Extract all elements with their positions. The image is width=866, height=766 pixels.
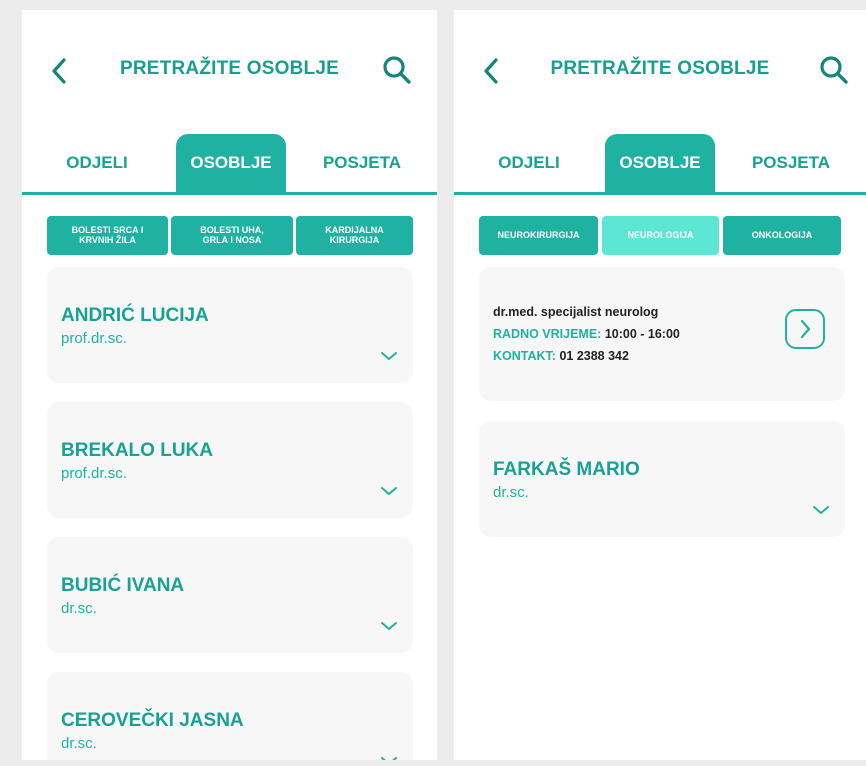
chip-onkologija[interactable]: ONKOLOGIJA (723, 216, 841, 255)
header: PRETRAŽITE OSOBLJE (22, 10, 437, 130)
staff-card[interactable]: BUBIĆ IVANA dr.sc. (47, 537, 413, 653)
open-profile-button[interactable] (785, 309, 825, 349)
tab-odjeli[interactable]: ODJELI (42, 134, 152, 192)
chevron-down-icon[interactable] (811, 503, 831, 517)
staff-name: BUBIĆ IVANA (61, 575, 185, 596)
staff-title: prof.dr.sc. (61, 465, 127, 482)
staff-card[interactable]: CEROVEČKI JASNA dr.sc. (47, 672, 413, 760)
staff-name: FARKAŠ MARIO (493, 459, 640, 480)
page-title: PRETRAŽITE OSOBLJE (120, 58, 339, 79)
chip-bolesti-srca[interactable]: BOLESTI SRCA I KRVNIH ŽILA (47, 216, 168, 255)
tab-osoblje[interactable]: OSOBLJE (176, 134, 286, 192)
search-icon (820, 56, 848, 84)
tab-bar: ODJELI OSOBLJE POSJETA (22, 134, 437, 195)
staff-card[interactable]: BREKALO LUKA prof.dr.sc. (47, 402, 413, 518)
contact-label: KONTAKT: (493, 349, 556, 363)
staff-title: dr.sc. (61, 735, 97, 752)
staff-name: BREKALO LUKA (61, 440, 213, 461)
chip-neurologija[interactable]: NEUROLOGIJA (602, 216, 719, 255)
chevron-down-icon[interactable] (379, 754, 399, 760)
tab-bar: ODJELI OSOBLJE POSJETA (454, 134, 866, 195)
staff-name: ANDRIĆ LUCIJA (61, 305, 209, 326)
chevron-down-icon[interactable] (379, 484, 399, 498)
header: PRETRAŽITE OSOBLJE (454, 10, 866, 130)
search-button[interactable] (379, 52, 415, 88)
working-hours-label: RADNO VRIJEME: (493, 327, 602, 341)
staff-title: dr.sc. (493, 484, 529, 501)
staff-title: prof.dr.sc. (61, 330, 127, 347)
contact-value: 01 2388 342 (559, 349, 629, 363)
search-icon (383, 56, 411, 84)
chevron-down-icon[interactable] (379, 619, 399, 633)
staff-card[interactable]: FARKAŠ MARIO dr.sc. (479, 421, 845, 537)
department-chips: NEUROKIRURGIJA NEUROLOGIJA ONKOLOGIJA (479, 216, 866, 256)
screen-left: PRETRAŽITE OSOBLJE ODJELI OSOBLJE POSJET… (22, 10, 437, 760)
tab-posjeta[interactable]: POSJETA (307, 134, 417, 192)
staff-detail-card: dr.med. specijalist neurolog RADNO VRIJE… (479, 267, 845, 401)
chip-bolesti-uha[interactable]: BOLESTI UHA, GRLA I NOSA (171, 216, 293, 255)
staff-name: CEROVEČKI JASNA (61, 710, 244, 731)
staff-title: dr.sc. (61, 600, 97, 617)
chip-kardijalna-kirurgija[interactable]: KARDIJALNA KIRURGIJA (296, 216, 413, 255)
tab-posjeta[interactable]: POSJETA (736, 134, 846, 192)
staff-specialty: dr.med. specijalist neurolog (493, 305, 659, 319)
chevron-down-icon[interactable] (379, 349, 399, 363)
screen-right: PRETRAŽITE OSOBLJE ODJELI OSOBLJE POSJET… (454, 10, 866, 760)
page-title: PRETRAŽITE OSOBLJE (550, 58, 770, 79)
tab-osoblje[interactable]: OSOBLJE (605, 134, 715, 192)
working-hours-value: 10:00 - 16:00 (604, 327, 680, 341)
tab-underline (22, 192, 437, 195)
tab-underline (454, 192, 866, 195)
search-button[interactable] (816, 52, 852, 88)
working-hours: RADNO VRIJEME: 10:00 - 16:00 (493, 327, 680, 341)
contact: KONTAKT: 01 2388 342 (493, 349, 629, 363)
department-chips: BOLESTI SRCA I KRVNIH ŽILA BOLESTI UHA, … (47, 216, 437, 256)
tab-odjeli[interactable]: ODJELI (474, 134, 584, 192)
staff-card[interactable]: ANDRIĆ LUCIJA prof.dr.sc. (47, 267, 413, 383)
chevron-right-icon (800, 319, 811, 339)
chip-neurokirurgija[interactable]: NEUROKIRURGIJA (479, 216, 598, 255)
